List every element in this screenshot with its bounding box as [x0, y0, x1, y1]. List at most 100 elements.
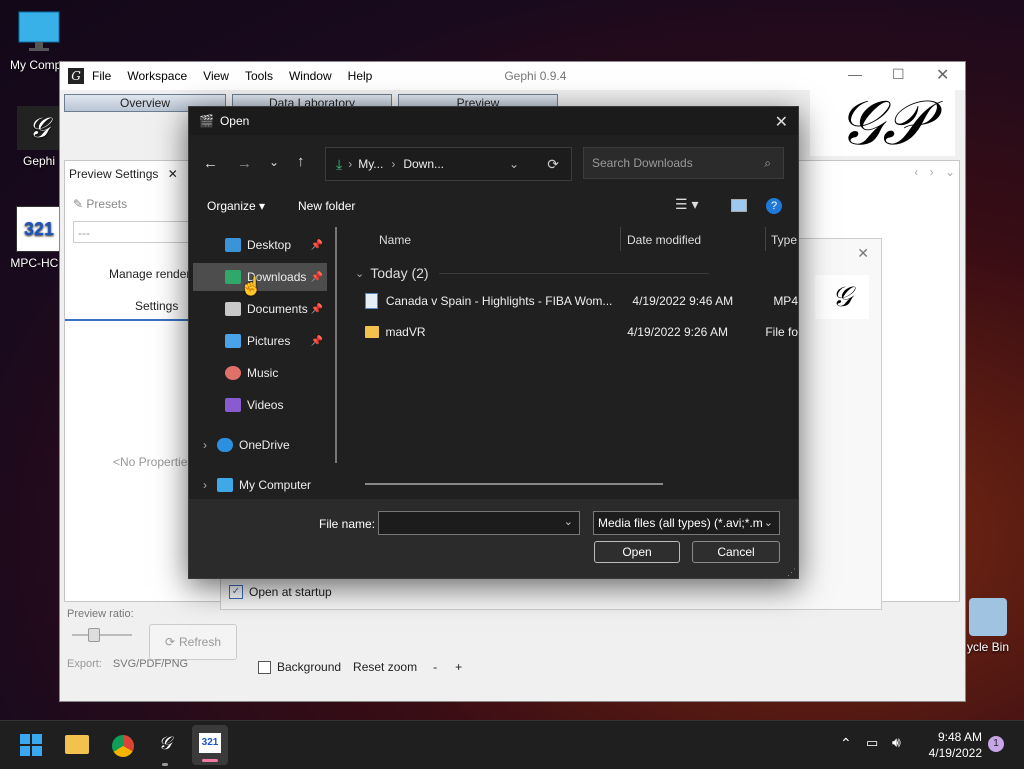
breadcrumb-item[interactable]: My... — [358, 157, 383, 171]
dialog-toolbar: Organize ▾ New folder ☰ ▾ ? — [189, 191, 798, 223]
cancel-button[interactable]: Cancel — [692, 541, 780, 563]
start-windows-icon[interactable] — [20, 734, 42, 756]
sidebar-item-my-computer[interactable]: › My Computer — [193, 471, 327, 499]
preview-ratio-thumb[interactable] — [88, 628, 100, 642]
navigation-pane: Desktop 📌 Downloads 📌 Documents 📌 Pictur… — [189, 223, 339, 499]
close-icon[interactable]: ✕ — [936, 65, 949, 85]
preview-pane-icon[interactable] — [731, 199, 747, 212]
view-options-icon[interactable]: ☰ ▾ — [675, 196, 698, 213]
refresh-button[interactable]: ⟳ Refresh — [149, 624, 237, 660]
sidebar-item-desktop[interactable]: Desktop 📌 — [193, 231, 327, 259]
show-hidden-icons-chevron-icon[interactable]: ⌃ — [840, 735, 852, 752]
volume-icon[interactable]: 🔊︎ — [892, 734, 901, 751]
sidebar-item-documents[interactable]: Documents 📌 — [193, 295, 327, 323]
horizontal-scrollbar[interactable] — [365, 483, 663, 485]
file-name-label: File name: — [319, 517, 376, 531]
sidebar-item-pictures[interactable]: Pictures 📌 — [193, 327, 327, 355]
sidebar-item-label: My Computer — [239, 478, 312, 492]
zoom-in-button[interactable]: + — [455, 660, 462, 674]
clock[interactable]: 9:48 AM 4/19/2022 — [920, 729, 982, 761]
help-icon[interactable]: ? — [766, 198, 782, 214]
reset-zoom-button[interactable]: Reset zoom — [353, 660, 417, 674]
file-type-select[interactable]: Media files (all types) (*.avi;*.m ⌄ — [593, 511, 780, 535]
menu-help[interactable]: Help — [348, 69, 373, 83]
menu-tools[interactable]: Tools — [245, 69, 273, 83]
file-name-input[interactable]: ⌄ — [378, 511, 580, 535]
new-folder-button[interactable]: New folder — [298, 199, 355, 213]
refresh-icon[interactable]: ⟳ — [547, 156, 559, 173]
preview-settings-tab[interactable]: Preview Settings ✕ — [69, 167, 178, 181]
export-formats: SVG/PDF/PNG — [112, 658, 189, 670]
forward-arrow-icon[interactable]: → — [237, 155, 252, 172]
dialog-close-icon[interactable]: ✕ — [775, 112, 788, 132]
chevron-down-icon[interactable]: ⌄ — [564, 515, 573, 528]
notification-badge[interactable]: 1 — [988, 736, 1004, 752]
maximize-icon[interactable]: ☐ — [892, 66, 905, 83]
navigation-pane-scrollbar[interactable] — [335, 227, 337, 463]
close-tab-icon[interactable]: ✕ — [168, 167, 178, 181]
folder-row[interactable]: madVR 4/19/2022 9:26 AM File fo — [365, 318, 798, 346]
chrome-icon[interactable] — [110, 733, 136, 759]
chevron-left-icon[interactable]: ‹ — [914, 165, 918, 179]
gephi-titlebar: G File Workspace View Tools Window Help … — [60, 62, 965, 90]
chevron-down-icon[interactable]: ⌄ — [945, 165, 955, 179]
tab-label: Preview Settings — [69, 167, 159, 181]
chevron-down-icon: ⌄ — [763, 512, 773, 534]
search-input[interactable]: Search Downloads ⌕ — [583, 147, 784, 179]
menu-view[interactable]: View — [203, 69, 229, 83]
sidebar-item-music[interactable]: Music — [193, 359, 327, 387]
menu-window[interactable]: Window — [289, 69, 332, 83]
cancel-button-label: Cancel — [717, 545, 755, 559]
open-at-startup-checkbox[interactable]: ✓ Open at startup — [229, 585, 332, 599]
pin-icon[interactable]: 📌 — [311, 272, 323, 283]
sidebar-item-label: Music — [247, 366, 279, 380]
column-header-name[interactable]: Name — [379, 233, 411, 247]
file-type: File fo — [765, 325, 799, 339]
address-dropdown-icon[interactable]: ⌄ — [509, 157, 519, 171]
organize-button[interactable]: Organize ▾ — [207, 199, 265, 213]
mpc-hc-icon: 321 — [16, 206, 62, 252]
network-icon[interactable]: ▭ — [866, 735, 878, 751]
popup-close-icon[interactable]: ✕ — [857, 245, 869, 262]
resize-grip-icon[interactable]: ⋰ — [787, 567, 796, 578]
chevron-right-icon[interactable]: › — [203, 478, 207, 492]
file-row[interactable]: Canada v Spain - Highlights - FIBA Wom..… — [365, 287, 798, 315]
address-bar[interactable]: ⤓ › My... › Down... ⌄ ⟳ — [325, 147, 572, 181]
mpc-hc-taskbar-icon[interactable]: 321 — [192, 725, 228, 765]
column-header-type[interactable]: Type — [771, 233, 797, 247]
recent-locations-chevron-icon[interactable]: ⌄ — [269, 155, 279, 169]
column-header-date-modified[interactable]: Date modified — [627, 233, 701, 247]
settings-tab[interactable]: Settings — [135, 299, 178, 313]
pin-icon[interactable]: 📌 — [311, 304, 323, 315]
gephi-taskbar-icon[interactable]: 𝒢 — [154, 733, 176, 755]
menu-file[interactable]: File — [92, 69, 111, 83]
gephi-app-icon: G — [68, 68, 84, 84]
breadcrumb-separator-icon: › — [348, 157, 353, 171]
zoom-out-button[interactable]: - — [433, 660, 437, 674]
minimize-icon[interactable]: — — [848, 66, 862, 82]
chevron-right-icon[interactable]: › — [203, 438, 207, 452]
manage-renderers-tab[interactable]: Manage render — [109, 267, 190, 281]
file-date: 4/19/2022 9:26 AM — [627, 325, 729, 339]
dialog-titlebar: 🎬 Open ✕ — [189, 107, 798, 135]
chevron-right-icon[interactable]: › — [930, 165, 934, 179]
folder-icon — [365, 326, 380, 338]
preview-nav-arrows: ‹ › ⌄ — [914, 165, 955, 179]
up-arrow-icon[interactable]: ↑ — [297, 153, 305, 170]
file-explorer-icon[interactable] — [65, 735, 89, 754]
tab-label: Overview — [119, 96, 170, 110]
chevron-down-icon: ⌄ — [355, 267, 365, 280]
preview-ratio-slider[interactable] — [72, 634, 132, 636]
sidebar-item-onedrive[interactable]: › OneDrive — [193, 431, 327, 459]
sidebar-item-videos[interactable]: Videos — [193, 391, 327, 419]
notification-count: 1 — [993, 738, 999, 749]
pin-icon[interactable]: 📌 — [311, 336, 323, 347]
menu-workspace[interactable]: Workspace — [127, 69, 187, 83]
pin-icon[interactable]: 📌 — [311, 240, 323, 251]
back-arrow-icon[interactable]: ← — [203, 155, 218, 172]
group-header-today[interactable]: ⌄ Today (2) — [355, 265, 709, 281]
open-button[interactable]: Open — [594, 541, 680, 563]
background-checkbox[interactable] — [258, 660, 271, 674]
breadcrumb-item[interactable]: Down... — [403, 157, 444, 171]
file-type: MP4 — [773, 294, 798, 308]
